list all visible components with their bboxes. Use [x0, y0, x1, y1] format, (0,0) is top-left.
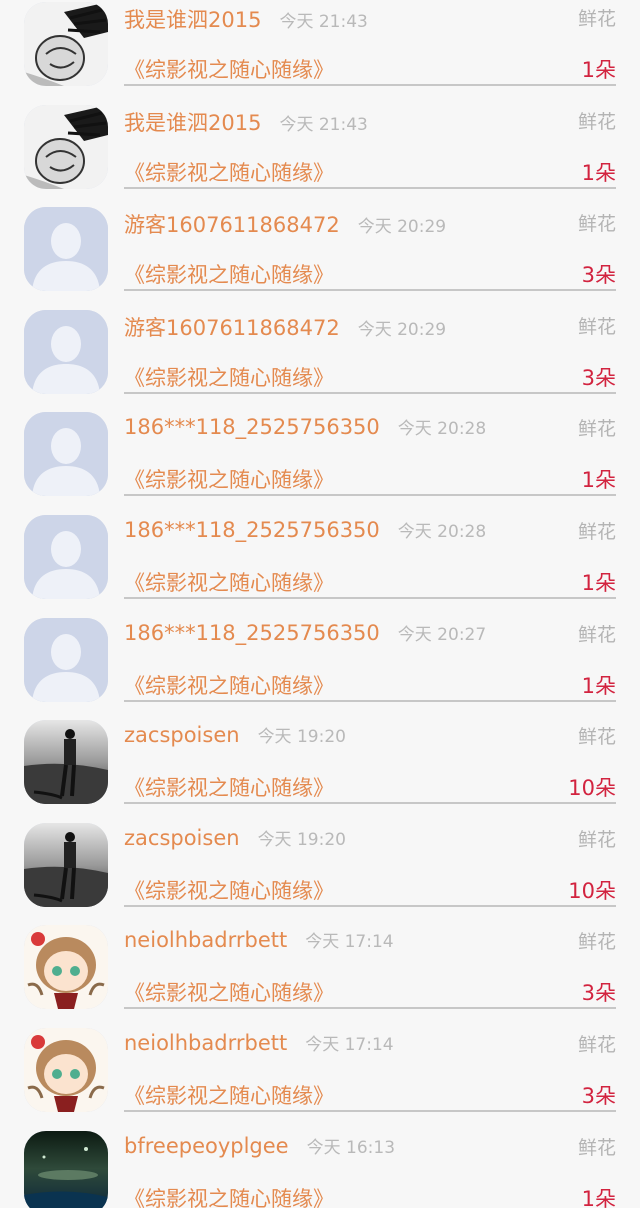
gift-count: 3朵 — [581, 1084, 616, 1108]
username: zacspoisen 今天 19:20 — [124, 825, 346, 850]
book-title[interactable]: 《综影视之随心随缘》 — [124, 772, 334, 802]
username: 186***118_2525756350 今天 20:28 — [124, 415, 487, 440]
gift-type: 鲜花 — [577, 418, 616, 441]
gift-type: 鲜花 — [577, 8, 616, 30]
divider — [124, 1007, 616, 1010]
username: 我是谁泗2015 今天 21:43 — [124, 8, 368, 32]
gift-count: 1朵 — [581, 58, 616, 82]
book-title[interactable]: 《综影视之随心随缘》 — [124, 259, 334, 289]
timestamp: 今天 16:13 — [306, 1137, 396, 1158]
gift-type: 鲜花 — [577, 828, 616, 851]
divider — [124, 494, 616, 497]
timestamp: 今天 20:29 — [357, 319, 447, 340]
book-title[interactable]: 《综影视之随心随缘》 — [124, 977, 334, 1007]
gift-type: 鲜花 — [577, 623, 616, 646]
timestamp: 今天 20:28 — [397, 419, 487, 440]
timestamp: 今天 20:28 — [397, 522, 487, 542]
gift-type: 鲜花 — [577, 1136, 616, 1159]
gift-count: 1朵 — [581, 571, 616, 595]
timestamp: 今天 20:27 — [397, 624, 487, 645]
list-item[interactable]: 游客1607611868472 今天 20:29 鲜花《综影视之随心随缘》 3朵 — [0, 308, 640, 411]
gift-count: 10朵 — [568, 878, 616, 903]
gift-count: 1朵 — [581, 673, 616, 698]
default-avatar[interactable] — [24, 617, 108, 702]
anime-girl-avatar[interactable] — [24, 925, 108, 1010]
username: 186***118_2525756350 今天 20:27 — [124, 620, 487, 645]
gift-count: 1朵 — [581, 1186, 616, 1208]
divider — [124, 802, 616, 805]
gift-count: 3朵 — [581, 981, 616, 1006]
list-item[interactable]: 我是谁泗2015 今天 21:43 鲜花《综影视之随心随缘》 1朵 — [0, 103, 640, 206]
book-title[interactable]: 《综影视之随心随缘》 — [124, 1183, 334, 1208]
photo-man-avatar[interactable] — [24, 822, 108, 907]
book-title[interactable]: 《综影视之随心随缘》 — [124, 875, 334, 905]
book-title[interactable]: 《综影视之随心随缘》 — [124, 54, 334, 84]
gift-count: 10朵 — [568, 776, 616, 801]
timestamp: 今天 21:43 — [279, 12, 368, 32]
divider — [124, 1110, 616, 1112]
book-title[interactable]: 《综影视之随心随缘》 — [124, 464, 334, 494]
username: zacspoisen 今天 19:20 — [124, 723, 346, 748]
timestamp: 今天 17:14 — [305, 932, 394, 953]
list-item[interactable]: 186***118_2525756350 今天 20:28 鲜花《综影视之随心随缘》… — [0, 410, 640, 513]
list-item[interactable]: zacspoisen 今天 19:20 鲜花《综影视之随心随缘》 10朵 — [0, 821, 640, 924]
gift-type: 鲜花 — [577, 726, 616, 749]
gift-count: 3朵 — [581, 263, 616, 288]
divider — [124, 699, 616, 702]
manga-avatar[interactable] — [24, 104, 108, 189]
photo-man-avatar[interactable] — [24, 720, 108, 805]
timestamp: 今天 19:20 — [257, 727, 346, 748]
book-title[interactable]: 《综影视之随心随缘》 — [124, 670, 334, 700]
flower-record-list: 我是谁泗2015 今天 21:43 鲜花 《综影视之随心随缘》 1朵 我是谁泗2015 今天… — [0, 0, 640, 1208]
default-avatar[interactable] — [24, 515, 108, 599]
divider — [124, 391, 616, 394]
gift-count: 1朵 — [581, 468, 616, 493]
list-item[interactable]: bfreepeoyplgee 今天 16:13 鲜花《综影视之随心随缘》 1朵 — [0, 1129, 640, 1208]
gift-type: 鲜花 — [577, 931, 616, 954]
manga-avatar[interactable] — [24, 2, 108, 86]
username: 186***118_2525756350 今天 20:28 — [124, 518, 487, 542]
divider — [124, 84, 616, 86]
timestamp: 今天 21:43 — [279, 114, 368, 135]
anime-girl-avatar[interactable] — [24, 1028, 108, 1112]
divider — [124, 597, 616, 599]
gift-count: 3朵 — [581, 365, 616, 390]
book-title[interactable]: 《综影视之随心随缘》 — [124, 1080, 334, 1110]
username: neiolhbadrrbett 今天 17:14 — [124, 1031, 394, 1055]
timestamp: 今天 17:14 — [305, 1035, 394, 1055]
timestamp: 今天 19:20 — [257, 829, 346, 850]
divider — [124, 186, 616, 189]
gift-type: 鲜花 — [577, 521, 616, 543]
list-item[interactable]: 186***118_2525756350 今天 20:27 鲜花《综影视之随心随缘》… — [0, 616, 640, 719]
list-item[interactable]: neiolhbadrrbett 今天 17:14 鲜花《综影视之随心随缘》 3朵 — [0, 923, 640, 1026]
list-item[interactable]: 游客1607611868472 今天 20:29 鲜花《综影视之随心随缘》 3朵 — [0, 205, 640, 308]
username: bfreepeoyplgee 今天 16:13 — [124, 1133, 396, 1158]
gift-type: 鲜花 — [577, 1034, 616, 1056]
book-title[interactable]: 《综影视之随心随缘》 — [124, 567, 334, 597]
default-avatar[interactable] — [24, 207, 108, 292]
book-title[interactable]: 《综影视之随心随缘》 — [124, 362, 334, 392]
username: 我是谁泗2015 今天 21:43 — [124, 110, 368, 135]
username: 游客1607611868472 今天 20:29 — [124, 213, 447, 238]
default-avatar[interactable] — [24, 412, 108, 497]
timestamp: 今天 20:29 — [357, 217, 447, 238]
book-title[interactable]: 《综影视之随心随缘》 — [124, 157, 334, 187]
gift-type: 鲜花 — [577, 315, 616, 338]
night-sky-avatar[interactable] — [24, 1130, 108, 1208]
gift-count: 1朵 — [581, 160, 616, 185]
list-item[interactable]: neiolhbadrrbett 今天 17:14 鲜花《综影视之随心随缘》 3朵 — [0, 1026, 640, 1129]
username: neiolhbadrrbett 今天 17:14 — [124, 928, 394, 953]
divider — [124, 904, 616, 907]
list-item[interactable]: zacspoisen 今天 19:20 鲜花《综影视之随心随缘》 10朵 — [0, 718, 640, 821]
list-item[interactable]: 我是谁泗2015 今天 21:43 鲜花《综影视之随心随缘》 1朵 — [0, 0, 640, 103]
username: 游客1607611868472 今天 20:29 — [124, 315, 447, 340]
default-avatar[interactable] — [24, 309, 108, 394]
gift-type: 鲜花 — [577, 110, 616, 133]
gift-type: 鲜花 — [577, 213, 616, 236]
divider — [124, 289, 616, 292]
list-item[interactable]: 186***118_2525756350 今天 20:28 鲜花《综影视之随心随缘》… — [0, 513, 640, 616]
